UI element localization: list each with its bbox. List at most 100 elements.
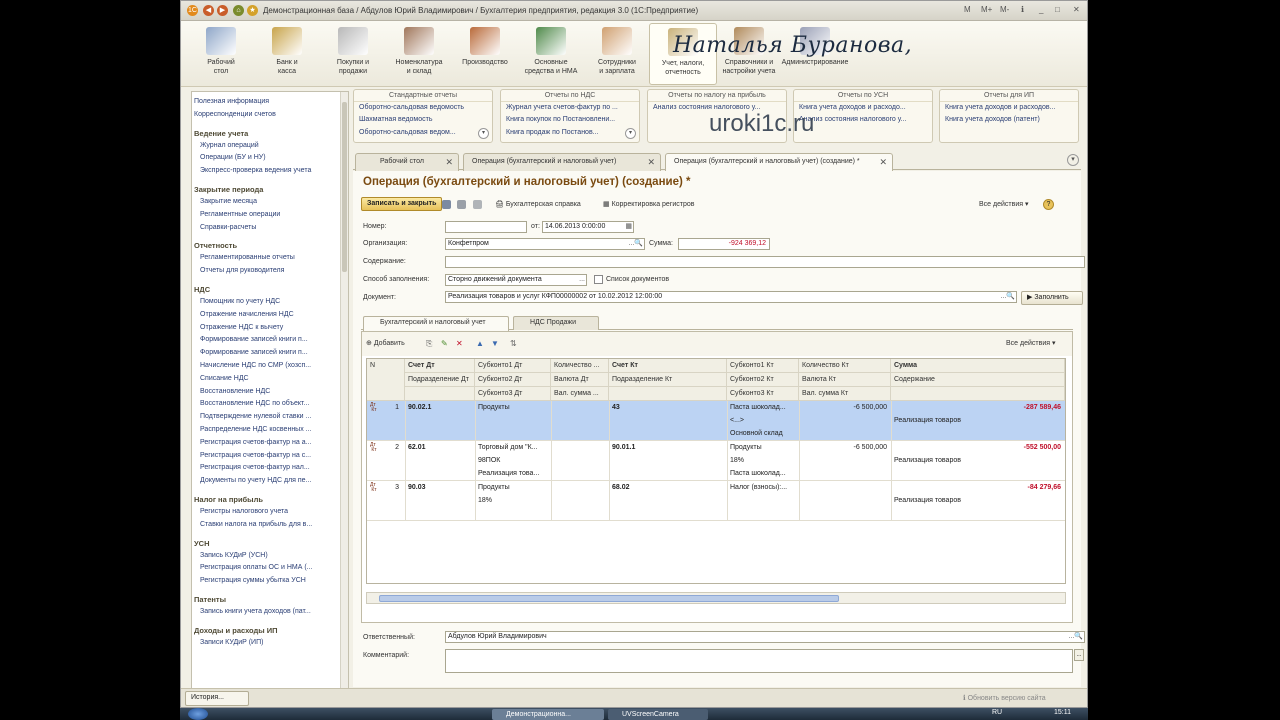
sidebar-item[interactable]: Регистрация счетов-фактур на с...	[194, 450, 348, 463]
move-down-icon[interactable]: ▼	[491, 339, 499, 348]
sidebar-item[interactable]: Журнал операций	[194, 140, 348, 153]
column-header[interactable]: Вал. сумма ...	[551, 387, 609, 401]
report-group-title[interactable]: Отчеты по УСН	[794, 90, 932, 102]
copy-icon[interactable]: ⎘	[426, 339, 432, 349]
home-icon[interactable]: ⌂	[233, 5, 244, 16]
sidebar-item[interactable]: Отражение начисления НДС	[194, 309, 348, 322]
column-header[interactable]: Валюта Дт	[551, 373, 609, 387]
edit-icon[interactable]: ✎	[441, 339, 448, 348]
entry-content[interactable]: Реализация товаров	[891, 414, 1065, 427]
dropdown-icon[interactable]: ...	[579, 275, 585, 285]
table-horizontal-scrollbar[interactable]	[366, 592, 1066, 604]
tab-operations-journal[interactable]: Операция (бухгалтерский и налоговый учет…	[463, 153, 661, 171]
sidebar-item[interactable]: Запись книги учета доходов (пат...	[194, 606, 348, 619]
section-desktop[interactable]: Рабочий стол	[187, 27, 255, 76]
comment-expand-icon[interactable]: ...	[1074, 649, 1084, 661]
column-header[interactable]: Субконто1 Дт	[475, 359, 551, 373]
sort-icon[interactable]: ⇅	[510, 339, 517, 348]
delete-icon[interactable]: ✕	[456, 339, 463, 348]
column-header[interactable]	[405, 387, 475, 401]
sidebar-item[interactable]: Регламентированные отчеты	[194, 252, 348, 265]
credit-subconto-1[interactable]: Паста шоколад...	[727, 401, 799, 414]
column-header[interactable]: Субконто1 Кт	[727, 359, 799, 373]
add-row-button[interactable]: ⊕ Добавить	[366, 339, 405, 349]
back-icon[interactable]: ◀	[203, 5, 214, 16]
sidebar-group-title[interactable]: Закрытие периода	[194, 184, 348, 196]
column-header[interactable]: Количество ...	[551, 359, 609, 373]
report-link[interactable]: Журнал учета счетов-фактур по ...	[501, 102, 639, 114]
column-header[interactable]: Вал. сумма Кт	[799, 387, 891, 401]
content-field[interactable]	[445, 256, 1085, 268]
update-notice[interactable]: ℹ Обновить версию сайта	[963, 694, 1046, 702]
memory-mplus-icon[interactable]: M+	[981, 5, 992, 14]
sidebar-item[interactable]: Отчеты для руководителя	[194, 265, 348, 278]
close-window-icon[interactable]: ✕	[1073, 5, 1080, 14]
column-header[interactable]: Субконто2 Кт	[727, 373, 799, 387]
debit-subconto-2[interactable]: 98ПОК	[475, 454, 551, 467]
tab-accounting[interactable]: Бухгалтерский и налоговый учет	[363, 316, 509, 331]
report-link[interactable]: Книга учета доходов и расходо...	[794, 102, 932, 114]
column-header[interactable]: Счет Дт	[405, 359, 475, 373]
close-tab-icon[interactable]: ✕	[879, 154, 887, 170]
section-coins[interactable]: Банк и касса	[253, 27, 321, 76]
debit-subconto-3[interactable]	[475, 507, 551, 520]
sidebar-item[interactable]: Записи КУДиР (ИП)	[194, 637, 348, 650]
section-tools[interactable]: Производство	[451, 27, 519, 67]
date-field[interactable]: 14.06.2013 0:00:00 ▦	[542, 221, 634, 233]
credit-quantity[interactable]	[799, 481, 891, 494]
credit-subconto-2[interactable]	[727, 494, 799, 507]
lookup-icon[interactable]: ...🔍	[628, 239, 643, 249]
credit-account[interactable]: 68.02	[609, 481, 727, 494]
all-actions-menu[interactable]: Все действия ▾	[979, 200, 1029, 210]
debit-subconto-1[interactable]: Торговый дом "К...	[475, 441, 551, 454]
sidebar-group-title[interactable]: Доходы и расходы ИП	[194, 625, 348, 637]
section-house[interactable]: Основные средства и НМА	[517, 27, 585, 76]
post-icon[interactable]	[457, 200, 466, 209]
debit-subconto-1[interactable]: Продукты	[475, 401, 551, 414]
amount[interactable]: -287 589,46	[891, 401, 1065, 414]
debit-subconto-3[interactable]: Реализация това...	[475, 467, 551, 480]
responsible-field[interactable]: Абдулов Юрий Владимирович ...🔍	[445, 631, 1085, 643]
maximize-icon[interactable]: □	[1055, 5, 1060, 14]
sidebar-group-title[interactable]: Налог на прибыль	[194, 494, 348, 506]
credit-quantity[interactable]: -6 500,000	[799, 401, 891, 414]
column-header[interactable]: Содержание	[891, 373, 1065, 387]
sidebar-item[interactable]: Регистрация оплаты ОС и НМА (...	[194, 562, 348, 575]
app-logo-icon[interactable]: 1С	[187, 5, 198, 16]
register-adjustment-button[interactable]: ▦ Корректировка регистров	[603, 200, 695, 210]
sidebar-item[interactable]: Корреспонденции счетов	[194, 109, 348, 122]
sidebar-item[interactable]: Регистры налогового учета	[194, 506, 348, 519]
tab-vat-sales[interactable]: НДС Продажи	[513, 316, 599, 330]
sidebar-item[interactable]: Отражение НДС к вычету	[194, 322, 348, 335]
section-person[interactable]: Сотрудники и зарплата	[583, 27, 651, 76]
table-all-actions-menu[interactable]: Все действия ▾	[1006, 339, 1056, 349]
report-link[interactable]: Оборотно-сальдовая ведомость	[354, 102, 492, 114]
tabs-menu-icon[interactable]: ▾	[1067, 154, 1079, 166]
report-link[interactable]: Книга учета доходов (патент)	[940, 114, 1078, 126]
start-icon[interactable]	[188, 708, 208, 720]
tab-desktop[interactable]: Рабочий стол ✕	[355, 153, 459, 171]
column-header-n[interactable]: N	[367, 359, 405, 401]
sidebar-item[interactable]: Формирование записей книги п...	[194, 334, 348, 347]
sidebar-item[interactable]: Закрытие месяца	[194, 196, 348, 209]
forward-icon[interactable]: ▶	[217, 5, 228, 16]
taskbar-app-recorder[interactable]: UVScreenCamera	[608, 709, 708, 720]
debit-subconto-1[interactable]: Продукты	[475, 481, 551, 494]
expand-group-icon[interactable]: ▾	[625, 128, 636, 139]
save-icon[interactable]	[442, 200, 451, 209]
entry-content[interactable]: Реализация товаров	[891, 454, 1065, 467]
sidebar-item[interactable]: Регистрация суммы убытка УСН	[194, 575, 348, 588]
sidebar-item[interactable]: Регистрация счетов-фактур нал...	[194, 462, 348, 475]
entry-content[interactable]: Реализация товаров	[891, 494, 1065, 507]
amount[interactable]: -552 500,00	[891, 441, 1065, 454]
sidebar-group-title[interactable]: Ведение учета	[194, 128, 348, 140]
section-warehouse[interactable]: Номенклатура и склад	[385, 27, 453, 76]
sidebar-item[interactable]: Формирование записей книги п...	[194, 347, 348, 360]
tab-operation-create[interactable]: Операция (бухгалтерский и налоговый учет…	[665, 153, 893, 172]
column-header[interactable]: Субконто3 Кт	[727, 387, 799, 401]
column-header[interactable]: Субконто2 Дт	[475, 373, 551, 387]
minimize-icon[interactable]: _	[1039, 5, 1043, 14]
report-link[interactable]: Книга учета доходов и расходов...	[940, 102, 1078, 114]
sum-field[interactable]: -924 369,12	[678, 238, 770, 250]
sidebar-group-title[interactable]: Отчетность	[194, 240, 348, 252]
